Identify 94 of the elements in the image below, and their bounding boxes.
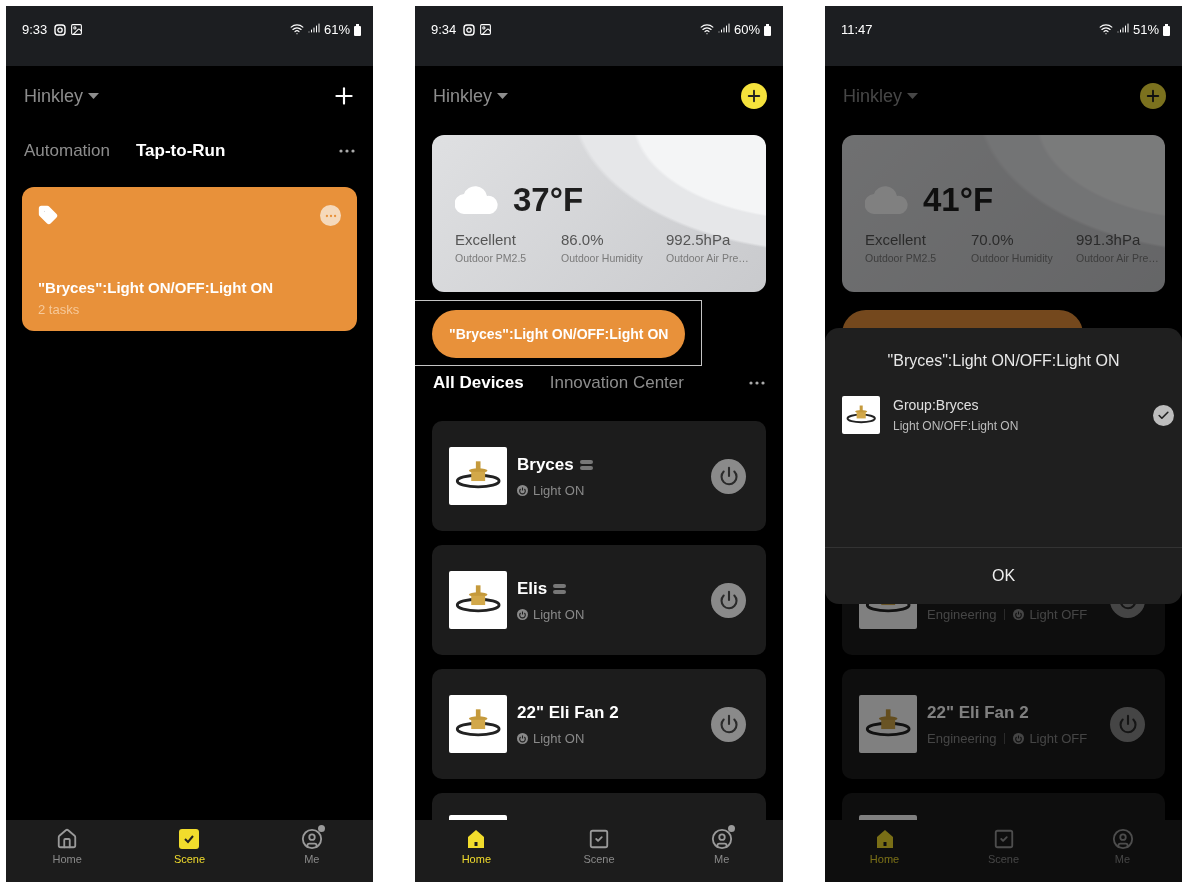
status-time: 9:33 bbox=[22, 22, 48, 38]
device-status: Light ON bbox=[533, 606, 585, 622]
device-status: Light ON bbox=[533, 730, 585, 746]
weather-value: Excellent bbox=[455, 231, 517, 248]
device-card[interactable]: Elis Light ON bbox=[432, 545, 766, 655]
power-icon bbox=[517, 732, 528, 744]
checkmark-icon bbox=[1157, 408, 1170, 422]
power-icon bbox=[1117, 714, 1138, 734]
dots-icon bbox=[339, 149, 355, 153]
task-action: Light ON/OFF:Light ON bbox=[893, 419, 1020, 433]
device-card[interactable]: 22" Eli Fan 2 Light ON bbox=[432, 669, 766, 779]
wifi-icon bbox=[289, 22, 304, 36]
caret-icon bbox=[88, 92, 100, 100]
fan-picture bbox=[842, 396, 880, 434]
house-icon bbox=[56, 828, 79, 850]
image-icon bbox=[479, 23, 493, 36]
scene-title: "Bryces":Light ON/OFF:Light ON bbox=[38, 279, 275, 296]
wifi-icon bbox=[699, 22, 714, 36]
fan-picture bbox=[449, 571, 507, 629]
caret-icon bbox=[497, 92, 509, 100]
nav-tab[interactable]: Home bbox=[825, 820, 944, 882]
wifi-icon bbox=[1098, 22, 1113, 36]
temperature: 41°F bbox=[923, 181, 994, 219]
nav-tab[interactable]: Scene bbox=[537, 820, 661, 882]
user-icon bbox=[710, 828, 733, 850]
task-count: 2 tasks bbox=[38, 302, 81, 317]
check-icon[interactable] bbox=[1153, 404, 1174, 426]
device-name: 22" Eli Fan 2 bbox=[927, 702, 1029, 723]
nav-tab[interactable]: Me bbox=[660, 820, 783, 882]
add-button[interactable] bbox=[741, 83, 767, 109]
weather-value: 991.3hPa bbox=[1076, 231, 1142, 248]
battery-icon bbox=[764, 24, 771, 36]
task-name: Group:Bryces bbox=[893, 397, 980, 413]
device-name: Bryces bbox=[517, 454, 574, 475]
power-icon bbox=[517, 608, 528, 620]
fan-picture bbox=[449, 695, 507, 753]
camera-icon bbox=[463, 24, 476, 36]
power-icon bbox=[1013, 608, 1025, 620]
checkbox-icon bbox=[992, 828, 1015, 850]
camera-icon bbox=[54, 24, 67, 36]
home-selector[interactable]: Hinkley bbox=[24, 85, 100, 107]
home-selector[interactable]: Hinkley bbox=[433, 85, 509, 107]
user-icon bbox=[300, 828, 323, 850]
checkbox-icon bbox=[178, 828, 201, 850]
power-icon bbox=[517, 484, 528, 496]
dots-icon bbox=[749, 381, 765, 385]
weather-value: 86.0% bbox=[561, 231, 605, 248]
image-icon bbox=[70, 23, 84, 36]
plus-icon bbox=[1144, 87, 1162, 105]
device-card[interactable]: Bryces Light ON bbox=[432, 421, 766, 531]
status-time: 9:34 bbox=[431, 22, 457, 38]
more-button[interactable] bbox=[339, 149, 355, 153]
power-icon bbox=[718, 466, 739, 486]
tab[interactable]: Tap-to-Run bbox=[136, 141, 226, 161]
weather-label: Outdoor Air Pre… bbox=[666, 252, 750, 264]
tag-icon bbox=[38, 205, 58, 225]
tab[interactable]: All Devices bbox=[433, 373, 524, 393]
battery-icon bbox=[1163, 24, 1170, 36]
power-button[interactable] bbox=[711, 706, 746, 742]
device-name: Elis bbox=[517, 578, 548, 599]
dialog-title: "Bryces":Light ON/OFF:Light ON bbox=[887, 352, 1120, 370]
power-icon bbox=[1013, 732, 1025, 744]
nav-tab[interactable]: Me bbox=[250, 820, 373, 882]
weather-value: Excellent bbox=[865, 231, 927, 248]
weather-value: 992.5hPa bbox=[666, 231, 732, 248]
user-icon bbox=[1111, 828, 1134, 850]
weather-label: Outdoor PM2.5 bbox=[455, 252, 528, 264]
ok-button[interactable]: OK bbox=[825, 548, 1182, 604]
more-button[interactable] bbox=[749, 381, 765, 385]
device-name: 22" Eli Fan 2 bbox=[517, 702, 619, 723]
tab[interactable]: Automation bbox=[24, 141, 110, 161]
nav-tab[interactable]: Home bbox=[6, 820, 129, 882]
cloud-icon bbox=[455, 186, 499, 214]
battery-level: 60% bbox=[733, 22, 760, 38]
weather-value: 70.0% bbox=[971, 231, 1015, 248]
caret-icon bbox=[907, 92, 919, 100]
weather-label: Outdoor Humidity bbox=[561, 252, 644, 264]
battery-icon bbox=[354, 24, 361, 36]
nav-tab[interactable]: Home bbox=[415, 820, 538, 882]
fan-picture bbox=[449, 447, 507, 505]
plus-icon bbox=[745, 87, 763, 105]
power-button[interactable] bbox=[711, 582, 746, 618]
temperature: 37°F bbox=[513, 181, 584, 219]
fan-picture bbox=[859, 695, 917, 753]
battery-level: 61% bbox=[323, 22, 350, 38]
status-time: 11:47 bbox=[841, 22, 873, 38]
power-button[interactable] bbox=[711, 458, 746, 494]
checkbox-icon bbox=[588, 828, 610, 850]
power-icon bbox=[718, 590, 739, 610]
power-icon bbox=[718, 714, 739, 734]
device-status: Light ON bbox=[533, 482, 585, 498]
nav-tab[interactable]: Scene bbox=[128, 820, 251, 882]
tab[interactable]: Innovation Center bbox=[549, 373, 684, 393]
battery-level: 51% bbox=[1132, 22, 1159, 38]
